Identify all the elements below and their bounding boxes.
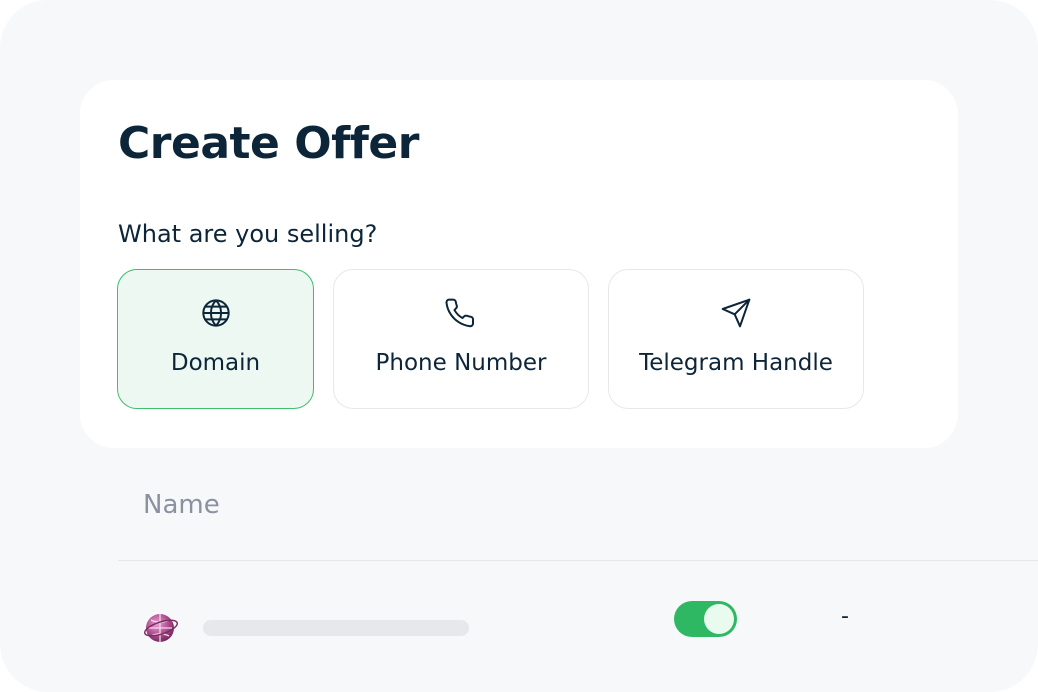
toggle-knob — [704, 604, 734, 634]
page-title: Create Offer — [118, 118, 419, 169]
option-telegram-label: Telegram Handle — [639, 350, 833, 376]
app-frame: Create Offer What are you selling? Domai… — [0, 0, 1038, 692]
row-value: - — [841, 604, 849, 629]
selling-question: What are you selling? — [118, 220, 378, 248]
option-domain[interactable]: Domain — [117, 269, 314, 409]
globe-avatar-icon — [144, 614, 178, 642]
table-divider — [118, 560, 1038, 561]
option-phone-number[interactable]: Phone Number — [333, 269, 589, 409]
option-phone-label: Phone Number — [375, 350, 547, 376]
phone-icon — [334, 296, 588, 330]
option-domain-label: Domain — [170, 350, 261, 376]
option-telegram-handle[interactable]: Telegram Handle — [608, 269, 864, 409]
name-placeholder-bar — [203, 620, 469, 636]
create-offer-card: Create Offer What are you selling? Domai… — [80, 80, 958, 448]
status-toggle[interactable] — [674, 601, 737, 637]
name-column-header[interactable]: Name — [143, 490, 220, 520]
send-icon — [609, 296, 863, 330]
globe-icon — [118, 296, 313, 330]
